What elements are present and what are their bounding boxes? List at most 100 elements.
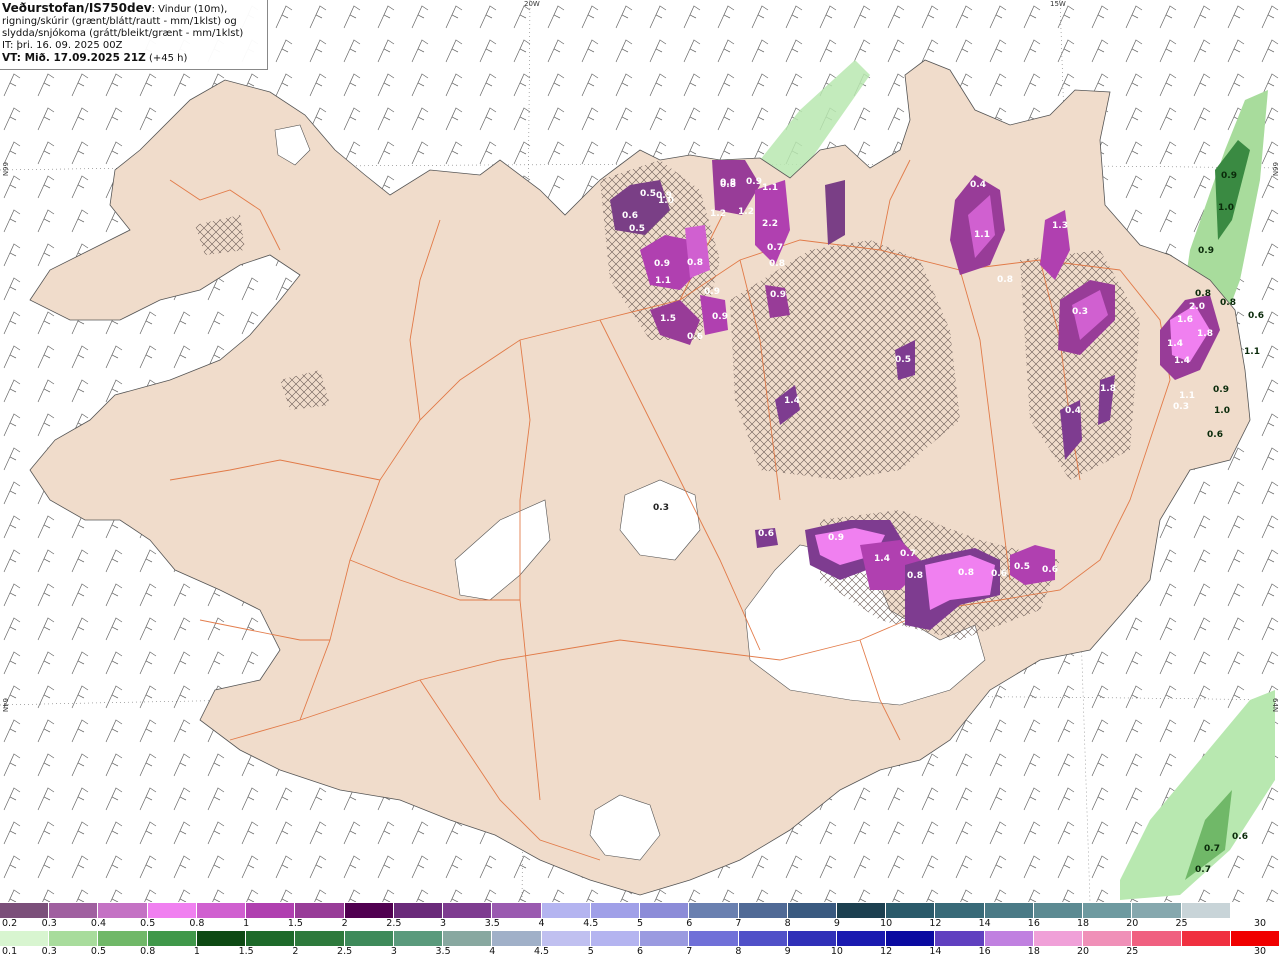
rain-scale-labels: 0.1 0.3 0.5 0.8 1 1.5 2 2.5 3 3.5 4 4.5 5 6 7 8 9 10 12 14 1…: [0, 946, 1280, 958]
scale-tick-label: 12: [880, 946, 893, 957]
scale-tick-label: 30: [1253, 946, 1267, 957]
rain-amount-label: 0.6: [1207, 430, 1223, 440]
scale-tick-label: 4.5: [533, 946, 550, 957]
scale-tick-label: 3: [440, 918, 447, 929]
scale-color-cell: [492, 903, 542, 918]
scale-color-cell: [738, 903, 788, 918]
snow-amount-label: 0.8: [720, 178, 736, 188]
rain-amount-label: 0.7: [1195, 865, 1211, 875]
scale-tick-label: 10: [830, 946, 843, 957]
scale-color-cell: [98, 931, 148, 946]
scale-color-cell: [1181, 903, 1231, 918]
scale-tick-label: 1: [193, 946, 200, 957]
scale-color-cell: [393, 931, 444, 946]
latitude-label-64n-right: 64N: [1271, 698, 1279, 713]
scale-color-cell: [295, 903, 345, 918]
scale-tick-label: 18: [1027, 946, 1040, 957]
scale-color-cell: [196, 903, 247, 918]
snow-amount-label: 2.0: [1189, 302, 1205, 312]
scale-color-cell: [590, 931, 641, 946]
snow-amount-label: 1.0: [658, 196, 674, 206]
scale-color-cell: [1083, 903, 1133, 918]
snow-amount-label: 0.3: [1173, 402, 1189, 412]
scale-color-cell: [590, 903, 641, 918]
scale-color-cell: [1132, 903, 1182, 918]
scale-color-cell: [787, 903, 837, 918]
latitude-label-66n-right: 66N: [1271, 162, 1279, 177]
scale-tick-label: 0.1: [2, 946, 18, 957]
scale-color-cell: [147, 903, 197, 918]
scale-color-cell: [1033, 931, 1084, 946]
latitude-label-64n-left: 64N: [1, 698, 9, 713]
scale-color-cell: [935, 931, 985, 946]
scale-color-cell: [1181, 931, 1231, 946]
scale-tick-label: 4: [538, 918, 545, 929]
snow-amount-label: 1.5: [660, 314, 676, 324]
scale-color-cell: [836, 903, 887, 918]
scale-tick-label: 3.5: [435, 946, 451, 957]
scale-color-cell: [492, 931, 542, 946]
scale-tick-label: 2: [292, 946, 299, 957]
scale-color-cell: [640, 931, 690, 946]
latitude-label-66n-left: 66N: [1, 162, 9, 177]
weather-map[interactable]: 0.5 0.90.51.00.60.8 0.91.10.91.21.11.50.60…: [0, 0, 1280, 902]
snow-amount-label: 0.9: [746, 177, 762, 187]
scale-color-cell: [1230, 931, 1280, 946]
snow-amount-label: 0.3: [1072, 307, 1088, 317]
snow-amount-label: 1.1: [762, 183, 778, 193]
snow-amount-label: 0.7: [900, 549, 916, 559]
rain-amount-label: 1.1: [1244, 347, 1260, 357]
scale-tick-label: 25: [1175, 918, 1188, 929]
scale-tick-label: 14: [929, 946, 942, 957]
scale-tick-label: 0.5: [90, 946, 107, 957]
brand-title: Veðurstofan/IS750dev: [2, 1, 152, 15]
rain-color-scale: [0, 931, 1280, 946]
longitude-label-15w: 15W: [1050, 0, 1066, 8]
scale-color-cell: [935, 903, 985, 918]
snow-amount-label: 1.4: [874, 554, 890, 564]
scale-tick-label: 12: [929, 918, 942, 929]
snow-amount-label: 0.9: [704, 287, 720, 297]
rain-amount-label: 0.9: [1213, 385, 1229, 395]
description-line-3: slydda/snjókoma (grátt/bleikt/grænt - mm…: [2, 28, 244, 39]
snow-amount-label: 1.1: [1179, 391, 1195, 401]
rain-amount-label: 1.0: [1214, 406, 1230, 416]
scale-color-cell: [886, 931, 936, 946]
scale-color-cell: [984, 903, 1034, 918]
scale-color-cell: [443, 903, 493, 918]
rain-amount-label: 0.9: [1198, 246, 1214, 256]
scale-color-cell: [295, 931, 345, 946]
map-title-box: Veðurstofan/IS750dev: Vindur (10m), rign…: [0, 0, 268, 70]
scale-tick-label: 7: [686, 946, 693, 957]
snow-amount-label: 0.9: [712, 312, 728, 322]
scale-color-cell: [886, 903, 936, 918]
snow-amount-label: 0.6: [991, 569, 1007, 579]
scale-tick-label: 5: [587, 946, 594, 957]
scale-color-cell: [344, 903, 394, 918]
rain-amount-label: 0.6: [1248, 311, 1264, 321]
scale-tick-label: 2: [341, 918, 348, 929]
scale-tick-label: 0.4: [90, 918, 107, 929]
scale-color-cell: [49, 931, 99, 946]
scale-color-cell: [689, 931, 739, 946]
scale-color-cell: [1033, 903, 1084, 918]
snow-amount-label: 0.5: [895, 355, 911, 365]
scale-tick-label: 6: [636, 946, 644, 957]
scale-tick-label: 20: [1126, 918, 1139, 929]
scale-tick-label: 30: [1253, 918, 1267, 929]
snow-amount-label: 1.1: [655, 276, 671, 286]
rain-amount-label: 0.8: [1220, 298, 1236, 308]
snow-amount-label: 0.9: [828, 533, 844, 543]
snow-amount-label: 0.7: [767, 243, 783, 253]
scale-tick-label: 20: [1077, 946, 1090, 957]
snow-amount-label: 0.5: [1014, 562, 1030, 572]
description-line-1: : Vindur (10m),: [151, 4, 228, 15]
rain-amount-label: 0.6: [1232, 832, 1248, 842]
rain-amount-label: 0.8: [1195, 289, 1211, 299]
description-line-2: rigning/skúrir (grænt/blátt/rautt - mm/1…: [2, 16, 237, 27]
rain-amount-label: 0.7: [1204, 844, 1220, 854]
snow-amount-label: 1.4: [1167, 339, 1183, 349]
snow-amount-label: 1.2: [710, 209, 726, 219]
snow-amount-label: 1.3: [1052, 221, 1068, 231]
scale-color-cell: [0, 903, 50, 918]
